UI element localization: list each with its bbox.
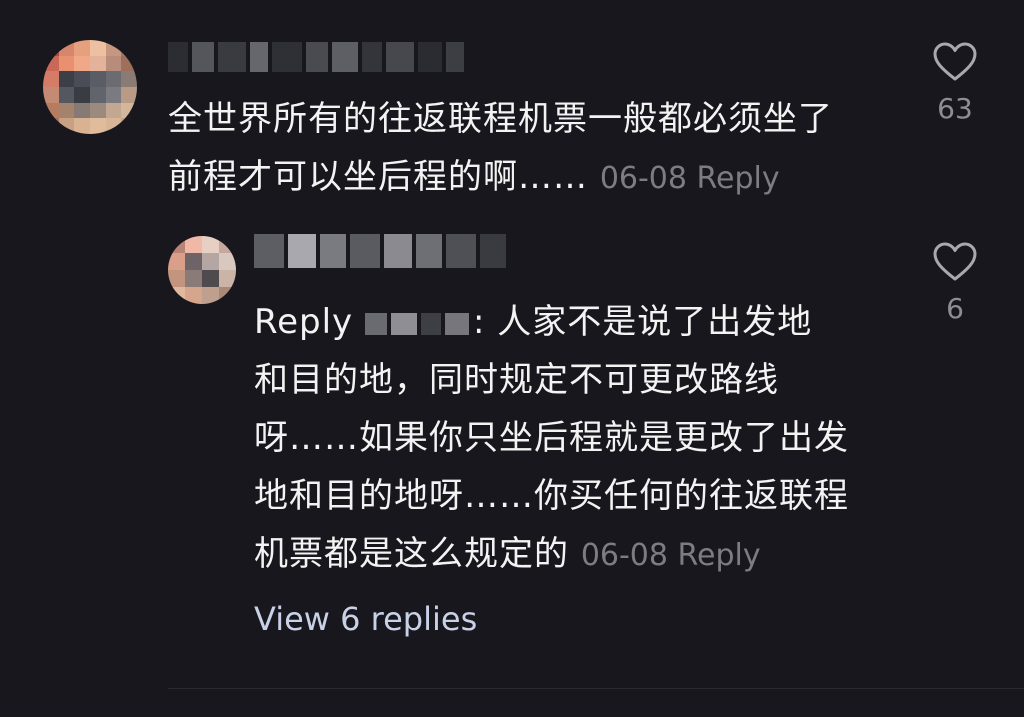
reply-text-line-with-mention: Reply : 人家不是说了出发地 xyxy=(254,293,894,351)
reply-date: 06-08 xyxy=(580,538,668,573)
reply-username-redacted[interactable] xyxy=(254,234,510,268)
reply-meta: 06-08 Reply xyxy=(581,538,761,573)
heart-outline-icon xyxy=(933,242,977,281)
comment-meta: 06-08 Reply xyxy=(600,161,780,196)
username-redacted[interactable] xyxy=(168,42,468,72)
reply-avatar[interactable] xyxy=(168,236,236,304)
comment-text-line: 前程才可以坐后程的啊…… xyxy=(168,157,588,197)
like-count: 6 xyxy=(946,292,964,325)
like-button[interactable]: 63 xyxy=(925,42,985,125)
pixelated-avatar-image xyxy=(43,40,137,134)
reply-text-line: 机票都是这么规定的 xyxy=(254,534,569,574)
pixelated-avatar-image xyxy=(168,236,236,304)
comment-body: 全世界所有的往返联程机票一般都必须坐了 前程才可以坐后程的啊…… 06-08 R… xyxy=(168,90,898,208)
view-replies-button[interactable]: View 6 replies xyxy=(254,600,477,638)
reply-text-line-with-meta: 机票都是这么规定的 06-08 Reply xyxy=(254,525,894,585)
avatar[interactable] xyxy=(43,40,137,134)
reply-button[interactable]: Reply xyxy=(678,538,761,573)
reply-text-line: 地和目的地呀……你买任何的往返联程 xyxy=(254,476,849,516)
comment-thread: 全世界所有的往返联程机票一般都必须坐了 前程才可以坐后程的啊…… 06-08 R… xyxy=(0,0,1024,717)
reply-like-button[interactable]: 6 xyxy=(925,242,985,325)
reply-prefix: Reply xyxy=(254,302,354,342)
reply-button[interactable]: Reply xyxy=(697,161,780,196)
comment-text-line: 全世界所有的往返联程机票一般都必须坐了 xyxy=(168,99,833,139)
reply-text-line: 呀……如果你只坐后程就是更改了出发 xyxy=(254,418,849,458)
reply-text-line: : 人家不是说了出发地 xyxy=(472,302,813,342)
heart-outline-icon xyxy=(933,42,977,81)
mention-username-redacted[interactable] xyxy=(364,312,473,335)
comment-date: 06-08 xyxy=(599,161,687,196)
comment-text-line-with-meta: 前程才可以坐后程的啊…… 06-08 Reply xyxy=(168,148,898,208)
like-count: 63 xyxy=(937,92,973,125)
divider xyxy=(168,688,1024,689)
reply-body: Reply : 人家不是说了出发地 和目的地，同时规定不可更改路线 呀……如果你… xyxy=(254,293,894,585)
reply-text-line: 和目的地，同时规定不可更改路线 xyxy=(254,360,779,400)
